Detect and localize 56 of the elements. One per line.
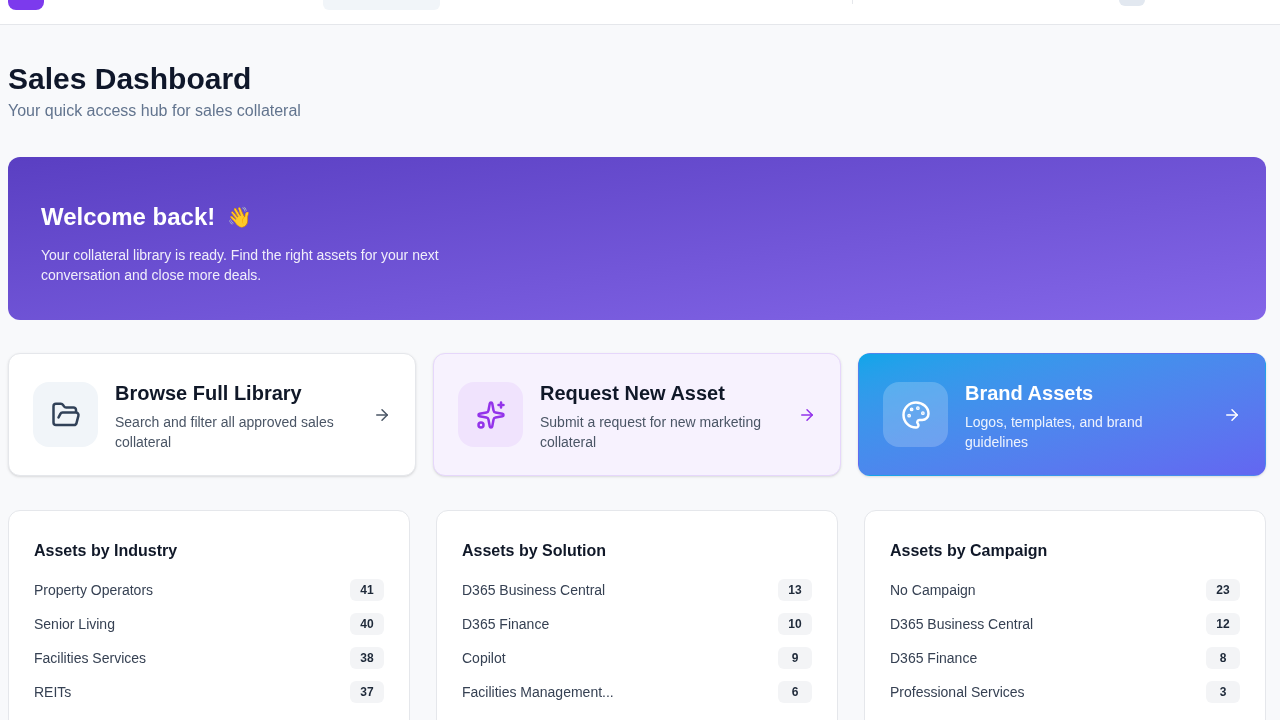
logo-icon[interactable] (8, 0, 44, 10)
item-label: D365 Finance (890, 648, 978, 668)
item-label: D365 Business Central (462, 580, 606, 600)
folder-icon (33, 382, 98, 447)
list-item[interactable]: REITs 37 (34, 675, 384, 709)
count-badge: 9 (778, 647, 812, 669)
item-label: Facilities Services (34, 648, 147, 668)
item-label: Senior Living (34, 614, 115, 634)
action-card[interactable]: Browse Full Library Search and filter all approved sales collateral (8, 353, 416, 476)
count-badge: 6 (778, 681, 812, 703)
item-label: No Campaign (890, 580, 976, 600)
sparkle-icon (458, 382, 523, 447)
item-label: Copilot (462, 648, 506, 668)
card-title: Brand Assets (965, 380, 1095, 406)
page-subtitle: Your quick access hub for sales collateral (8, 101, 302, 121)
list-item[interactable]: No Campaign 23 (890, 573, 1240, 607)
count-badge: 40 (350, 613, 384, 635)
item-label: Professional Services (890, 682, 1025, 702)
list-item[interactable]: D365 Finance 8 (890, 641, 1240, 675)
count-badge: 3 (1206, 681, 1240, 703)
list-item[interactable]: D365 Business Central 13 (462, 573, 812, 607)
count-badge: 41 (350, 579, 384, 601)
list-item[interactable]: D365 Business Central 12 (890, 607, 1240, 641)
action-card[interactable]: Request New Asset Submit a request for new marketing collateral (433, 353, 841, 476)
item-label: REITs (34, 682, 72, 702)
card-text: Submit a request for new marketing collateral (540, 412, 762, 452)
card-text: Search and filter all approved sales collateral (115, 412, 335, 452)
item-label: D365 Business Central (890, 614, 1034, 634)
list-item[interactable]: Professional Services 3 (890, 675, 1240, 709)
list-item[interactable]: Facilities Management... 6 (462, 675, 812, 709)
palette-icon (883, 382, 948, 447)
count-badge: 13 (778, 579, 812, 601)
list-item[interactable]: Copilot 9 (462, 641, 812, 675)
card-title: Request New Asset (540, 380, 726, 406)
list-item[interactable]: Property Operators 41 (34, 573, 384, 607)
banner-text: Your collateral library is ready. Find the right assets for your next conversation and close more deals. (41, 246, 440, 285)
item-label: Property Operators (34, 580, 154, 600)
item-label: D365 Finance (462, 614, 550, 634)
page-title: Sales Dashboard (8, 61, 253, 97)
wave-emoji: 👋 (227, 205, 253, 230)
count-badge: 38 (350, 647, 384, 669)
count-badge: 23 (1206, 579, 1240, 601)
list-item[interactable]: Facilities Services 38 (34, 641, 384, 675)
list-item[interactable]: Senior Living 40 (34, 607, 384, 641)
banner-title: Welcome back! (41, 202, 216, 232)
card-text: Logos, templates, and brand guidelines (965, 412, 1144, 452)
panel-title: Assets by Campaign (890, 541, 1049, 561)
item-label: Facilities Management... (462, 682, 614, 702)
list-item[interactable]: D365 Finance 10 (462, 607, 812, 641)
count-badge: 10 (778, 613, 812, 635)
panel-title: Assets by Solution (462, 541, 608, 561)
count-badge: 12 (1206, 613, 1240, 635)
count-badge: 8 (1206, 647, 1240, 669)
card-title: Browse Full Library (115, 380, 303, 406)
count-badge: 37 (350, 681, 384, 703)
panel-title: Assets by Industry (34, 541, 179, 561)
